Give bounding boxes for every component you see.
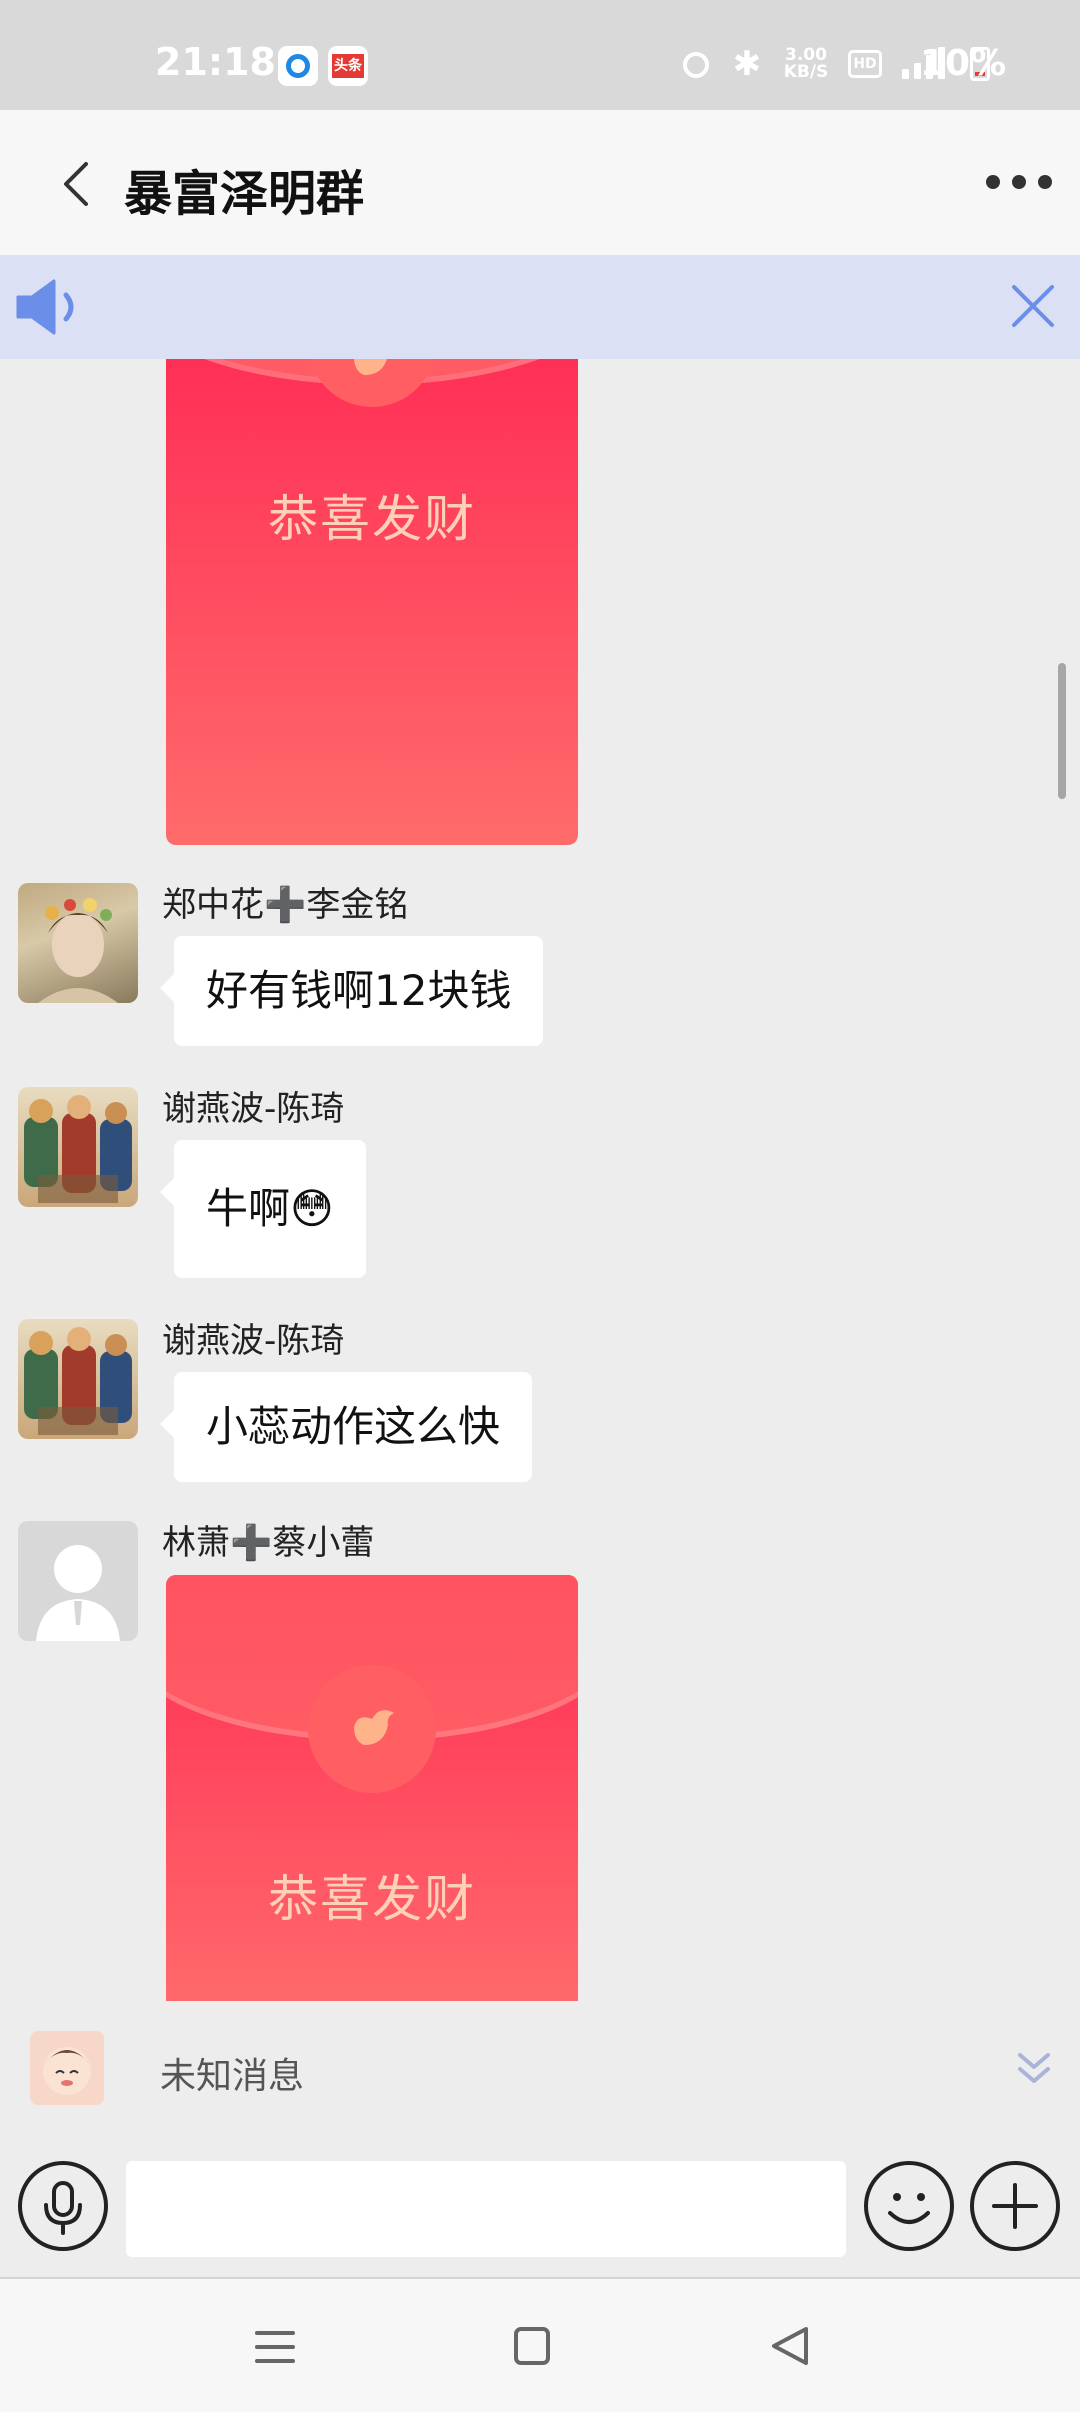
chat-messages[interactable]: 恭喜发财 郑中花➕李金铭 好有钱啊12块钱 谢燕波-陈琦 牛啊😳 谢燕波-陈琦 [0, 359, 1080, 2001]
avatar[interactable] [18, 1087, 138, 1207]
avatar[interactable] [18, 1319, 138, 1439]
voice-banner[interactable] [0, 255, 1080, 359]
input-bar [0, 2141, 1080, 2277]
unknown-message-bar[interactable]: 未知消息 [0, 2001, 1080, 2141]
avatar[interactable] [18, 883, 138, 1003]
menu-icon[interactable] [255, 2329, 295, 2365]
red-packet[interactable]: 恭喜发财 [166, 1575, 578, 2001]
bird-icon [354, 1710, 394, 1745]
system-nav-bar [0, 2279, 1080, 2412]
double-chevron-down-icon[interactable] [1016, 2049, 1052, 2089]
chat-header: 暴富泽明群 [0, 110, 1080, 255]
bird-icon [354, 359, 387, 375]
speaker-icon [16, 279, 74, 335]
message-bubble[interactable]: 好有钱啊12块钱 [159, 936, 544, 1046]
red-packet-caption: 恭喜发财 [268, 490, 476, 548]
sender-name: 郑中花➕李金铭 [162, 885, 409, 925]
unknown-message-text: 未知消息 [160, 2056, 305, 2097]
status-bar: 21:18 头条 ✱ 3.00 KB/S HD 10% [0, 0, 1080, 110]
sender-name: 林萧➕蔡小蕾 [162, 1523, 375, 1563]
message-input[interactable] [126, 2161, 846, 2257]
sender-name: 谢燕波-陈琦 [162, 1321, 345, 1361]
message-bubble[interactable]: 小蕊动作这么快 [159, 1372, 533, 1482]
more-dots-icon[interactable] [986, 162, 1052, 202]
battery-percent: 10% [920, 43, 1007, 84]
red-packet-caption: 恭喜发财 [268, 1870, 476, 1928]
close-icon[interactable] [1006, 279, 1060, 333]
home-icon[interactable] [514, 2327, 550, 2365]
toutiao-app-icon: 头条 [328, 46, 368, 86]
bluetooth-icon: ✱ [732, 44, 762, 84]
sender-name: 谢燕波-陈琦 [162, 1089, 345, 1129]
red-packet[interactable]: 恭喜发财 [166, 359, 578, 845]
page-title: 暴富泽明群 [124, 166, 365, 222]
chevron-left-icon[interactable] [56, 160, 96, 208]
smiley-icon[interactable] [864, 2161, 954, 2251]
browser-app-icon [278, 46, 318, 86]
net-speed: 3.00 KB/S [783, 45, 829, 82]
avatar[interactable] [18, 1521, 138, 1641]
hd-icon: HD [848, 50, 882, 78]
microphone-icon[interactable] [18, 2161, 108, 2251]
message-bubble[interactable]: 牛啊😳 [160, 1140, 366, 1278]
scrollbar[interactable] [1058, 663, 1066, 799]
alarm-icon [680, 47, 714, 81]
back-triangle-icon[interactable] [770, 2325, 810, 2367]
status-time: 21:18 [155, 40, 276, 84]
plus-icon[interactable] [970, 2161, 1060, 2251]
avatar [30, 2031, 104, 2105]
